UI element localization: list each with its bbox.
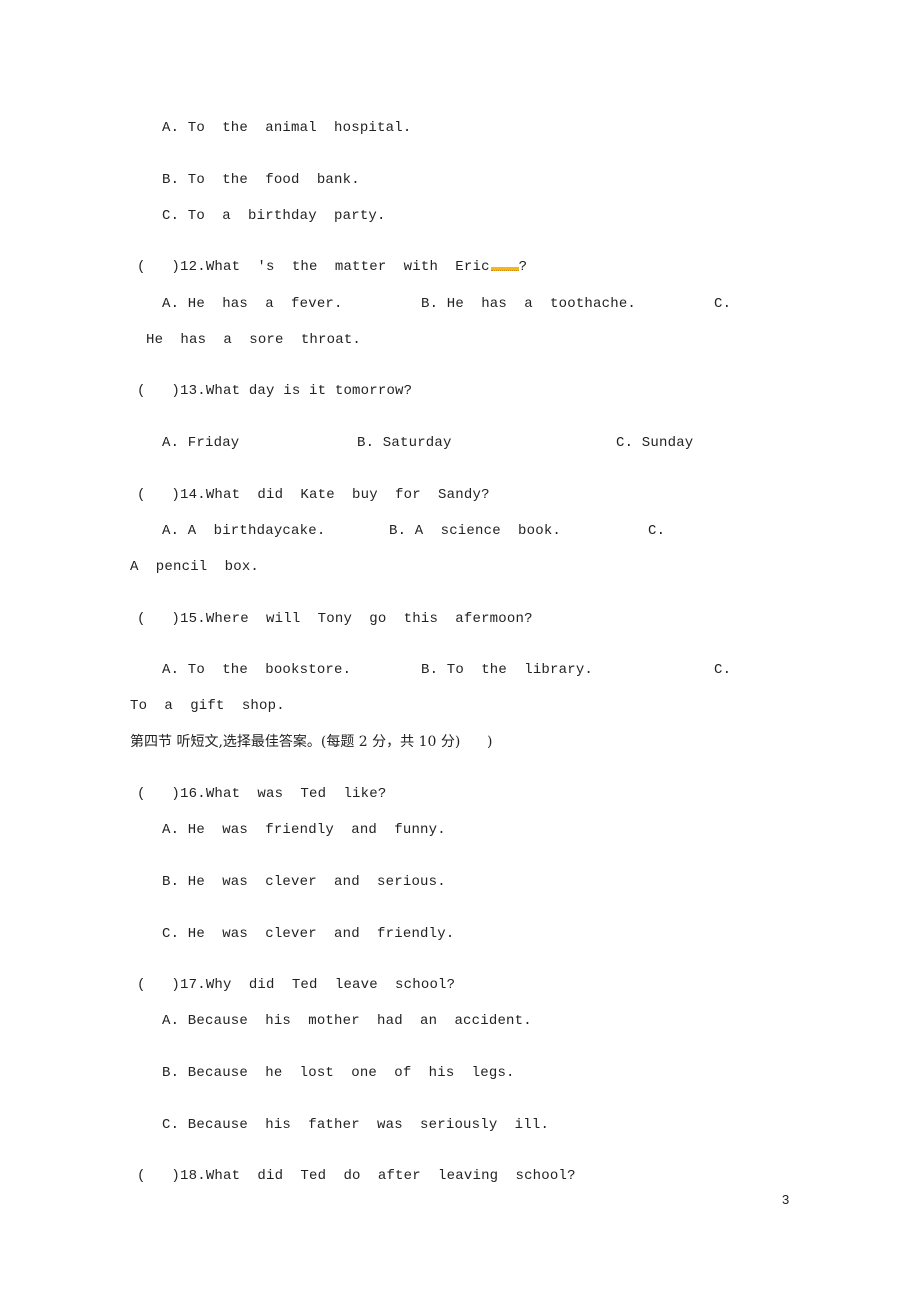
q11-option-a: A. To the animal hospital.	[162, 120, 412, 136]
q17-stem: 17.Why did Ted leave school?	[180, 977, 456, 993]
q12-option-a: A. He has a fever.	[162, 296, 343, 312]
q15-option-b: B. To the library.	[421, 662, 594, 678]
answer-paren: ( )	[137, 383, 181, 399]
q17-option-a: A. Because his mother had an accident.	[162, 1013, 532, 1029]
answer-paren: ( )	[137, 1168, 181, 1184]
q14-stem: 14.What did Kate buy for Sandy?	[180, 487, 490, 503]
q16-stem: 16.What was Ted like?	[180, 786, 387, 802]
q12-stem-end: ?	[518, 259, 528, 275]
q13-option-c: C. Sunday	[616, 435, 694, 451]
q15-option-a: A. To the bookstore.	[162, 662, 352, 678]
q18-question: ( )18.What did Ted do after leaving scho…	[137, 1167, 576, 1185]
answer-paren: ( )	[137, 786, 181, 802]
section-4-heading: 第四节 听短文,选择最佳答案。(每题 2 分，共 10 分) )	[130, 734, 493, 750]
q12-question: ( )12.What 's the matter with Eric?	[137, 258, 527, 276]
q11-option-b: B. To the food bank.	[162, 172, 360, 188]
q12-option-b: B. He has a toothache.	[421, 296, 637, 312]
page-number: 3	[782, 1192, 790, 1207]
q16-option-a: A. He was friendly and funny.	[162, 822, 446, 838]
highlighted-blank	[490, 267, 519, 271]
q12-option-c-label: C.	[714, 296, 732, 312]
q12-option-c-text: He has a sore throat.	[146, 332, 362, 348]
q13-option-b: B. Saturday	[357, 435, 452, 451]
q16-option-c: C. He was clever and friendly.	[162, 926, 455, 942]
q14-option-a: A. A birthdaycake.	[162, 523, 326, 539]
q15-stem: 15.Where will Tony go this afermoon?	[180, 611, 533, 627]
answer-paren: ( )	[137, 487, 181, 503]
q15-option-c-text: To a gift shop.	[130, 698, 285, 714]
q13-question: ( )13.What day is it tomorrow?	[137, 382, 412, 400]
answer-paren: ( )	[137, 611, 181, 627]
q17-question: ( )17.Why did Ted leave school?	[137, 976, 455, 994]
q17-option-c: C. Because his father was seriously ill.	[162, 1117, 550, 1133]
q11-option-c: C. To a birthday party.	[162, 208, 386, 224]
q14-option-c-text: A pencil box.	[130, 559, 260, 575]
q16-option-b: B. He was clever and serious.	[162, 874, 446, 890]
q14-option-b: B. A science book.	[389, 523, 562, 539]
q12-stem-start: 12.What 's the matter with Eric	[180, 259, 490, 275]
q16-question: ( )16.What was Ted like?	[137, 785, 386, 803]
q17-option-b: B. Because he lost one of his legs.	[162, 1065, 515, 1081]
q14-option-c-label: C.	[648, 523, 666, 539]
q18-stem: 18.What did Ted do after leaving school?	[180, 1168, 576, 1184]
q14-question: ( )14.What did Kate buy for Sandy?	[137, 486, 490, 504]
answer-paren: ( )	[137, 977, 181, 993]
q13-option-a: A. Friday	[162, 435, 240, 451]
q15-question: ( )15.Where will Tony go this afermoon?	[137, 610, 533, 628]
answer-paren: ( )	[137, 259, 181, 275]
q13-stem: 13.What day is it tomorrow?	[180, 383, 413, 399]
q15-option-c-label: C.	[714, 662, 732, 678]
